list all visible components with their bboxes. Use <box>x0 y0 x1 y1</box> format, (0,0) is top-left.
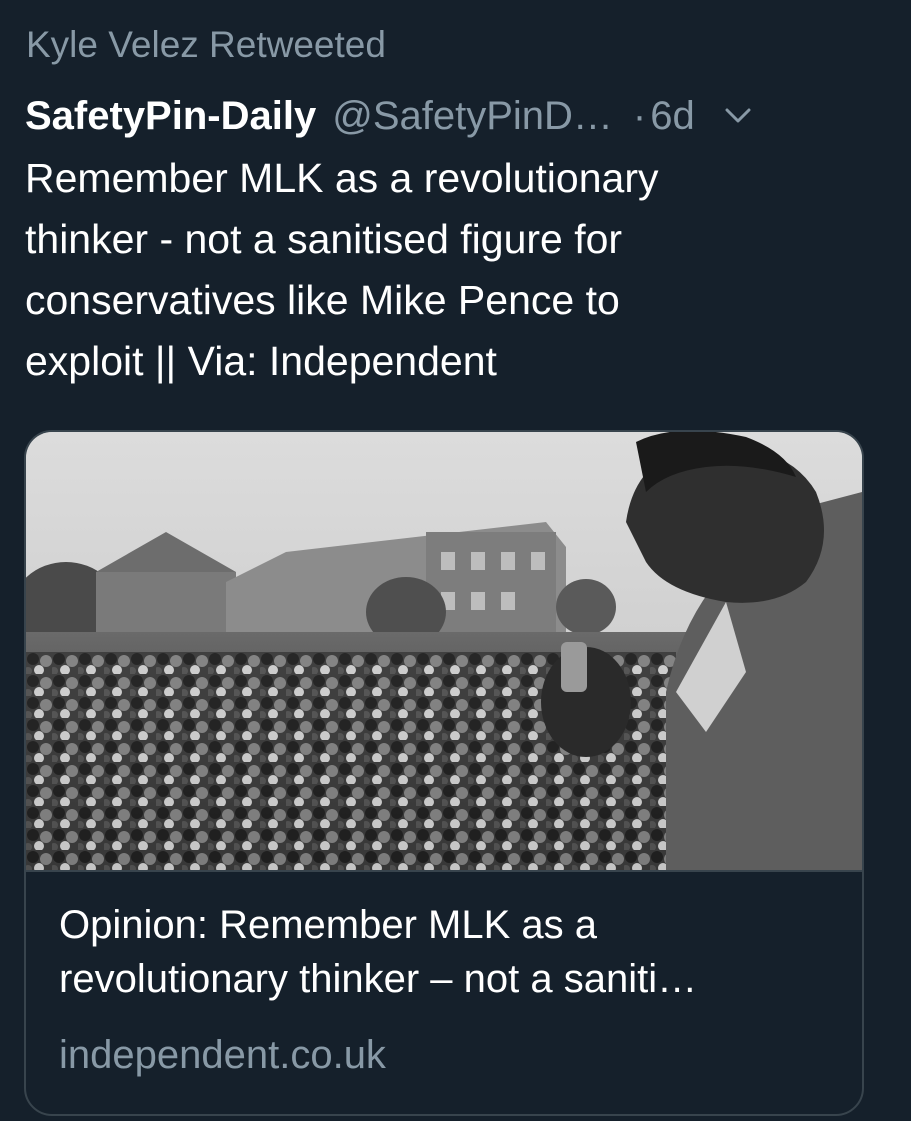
author-handle[interactable]: @SafetyPinD… <box>332 94 613 139</box>
separator-dot: · <box>632 93 647 138</box>
tweet-header: SafetyPin-Daily @SafetyPinD… · 6d <box>25 88 885 144</box>
author-name[interactable]: SafetyPin-Daily <box>25 94 316 139</box>
link-card[interactable]: Opinion: Remember MLK as a revolutionary… <box>24 430 864 1116</box>
card-image[interactable] <box>26 432 862 870</box>
card-title[interactable]: Opinion: Remember MLK as a revolutionary… <box>59 898 839 1006</box>
card-divider <box>26 870 862 872</box>
retweet-label[interactable]: Kyle Velez Retweeted <box>26 22 386 68</box>
tweet-text: Remember MLK as a revolutionary thinker … <box>25 155 659 384</box>
card-domain[interactable]: independent.co.uk <box>59 1028 386 1082</box>
timestamp[interactable]: 6d <box>650 94 695 139</box>
chevron-down-icon[interactable] <box>723 101 753 131</box>
